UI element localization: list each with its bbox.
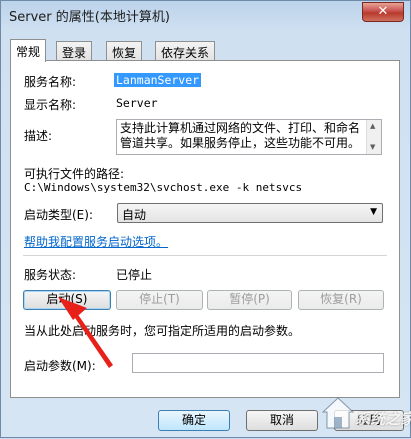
startup-type-label: 启动类型(E): [24,208,93,222]
window-title: Server 的属性(本地计算机) [9,10,170,25]
start-button[interactable]: 启动(S) [23,290,111,310]
chevron-down-icon: ▼ [370,207,377,217]
exe-path-label: 可执行文件的路径: [24,167,125,181]
start-params-input[interactable] [132,353,384,373]
general-tab-panel: 服务名称: LanmanServer 显示名称: Server 描述: 支持此计… [10,60,400,398]
apply-button[interactable]: 应用 [334,410,404,431]
description-scrollbar[interactable]: ▲ ▼ [366,120,381,154]
tab-general[interactable]: 常规 [10,39,47,62]
description-label: 描述: [24,129,53,143]
divider [23,255,387,256]
tab-recovery[interactable]: 恢复 [106,41,143,60]
description-text: 支持此计算机通过网络的文件、打印、和命名管道共享。如果服务停止，这些功能不可用。 [120,121,361,150]
tab-dependencies[interactable]: 依存关系 [155,41,216,60]
tab-logon[interactable]: 登录 [56,41,93,60]
stop-button[interactable]: 停止(T) [116,290,203,310]
service-status-value: 已停止 [116,268,153,282]
resume-button[interactable]: 恢复(R) [298,290,384,310]
service-status-label: 服务状态: [24,268,77,282]
pause-button[interactable]: 暂停(P) [207,290,292,310]
startup-type-select[interactable]: 自动 ▼ [117,203,383,223]
startup-type-value: 自动 [122,208,147,222]
title-bar: Server 的属性(本地计算机) ✕ [1,1,410,31]
service-name-label: 服务名称: [24,75,77,89]
help-configure-link[interactable]: 帮助我配置服务启动选项。 [24,233,168,250]
scroll-down-icon[interactable]: ▼ [370,143,375,151]
scroll-up-icon[interactable]: ▲ [370,122,375,130]
cancel-button[interactable]: 取消 [246,410,318,431]
properties-dialog: Server 的属性(本地计算机) ✕ 常规 登录 恢复 依存关系 服务名称: … [0,0,411,438]
start-params-label: 启动参数(M): [24,359,96,373]
ok-button[interactable]: 确定 [158,410,230,431]
start-hint-text: 当从此处启动服务时，您可指定所适用的启动参数。 [24,324,301,338]
display-name-label: 显示名称: [24,98,77,112]
close-button[interactable]: ✕ [362,2,404,22]
exe-path-value[interactable]: C:\Windows\system32\svchost.exe -k netsv… [24,181,302,194]
display-name-value[interactable]: Server [116,96,158,110]
service-name-value[interactable]: LanmanServer [114,73,202,87]
description-textbox[interactable]: 支持此计算机通过网络的文件、打印、和命名管道共享。如果服务停止，这些功能不可用。… [116,119,382,155]
